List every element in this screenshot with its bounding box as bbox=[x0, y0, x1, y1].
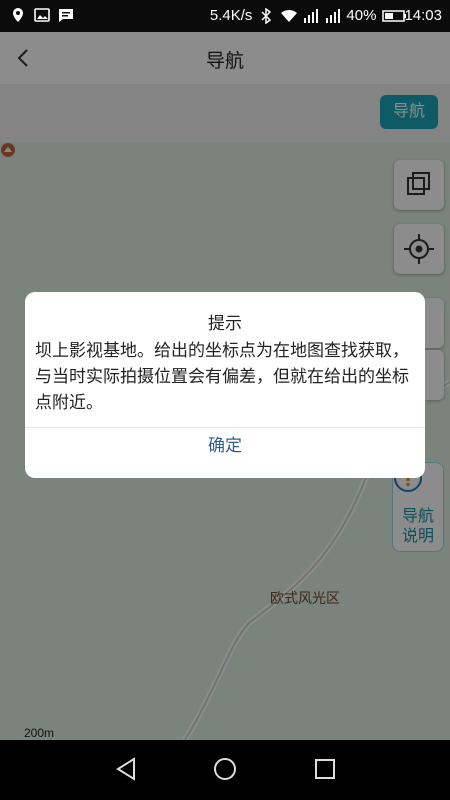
system-navigation-bar bbox=[0, 740, 450, 800]
signal-2g-icon bbox=[324, 8, 341, 24]
bluetooth-icon bbox=[258, 7, 274, 25]
home-nav-icon[interactable] bbox=[212, 756, 238, 782]
confirm-button[interactable]: 确定 bbox=[25, 428, 425, 478]
signal-4g-icon bbox=[302, 8, 319, 24]
status-right-icons: 5.4K/s 40% 14:03 bbox=[210, 6, 442, 26]
location-icon bbox=[10, 7, 26, 23]
recents-nav-icon[interactable] bbox=[312, 756, 338, 782]
message-icon bbox=[58, 7, 74, 23]
wifi-icon bbox=[280, 8, 298, 24]
status-left-icons bbox=[10, 7, 74, 23]
dialog-message: 坝上影视基地。给出的坐标点为在地图查找获取，与当时实际拍摄位置会有偏差，但就在给… bbox=[35, 341, 409, 412]
clock: 14:03 bbox=[404, 7, 442, 24]
dialog-title: 提示 bbox=[208, 314, 242, 333]
status-bar: 5.4K/s 40% 14:03 bbox=[0, 0, 450, 32]
battery-icon bbox=[382, 8, 407, 24]
image-icon bbox=[34, 7, 50, 23]
alert-dialog: 提示 坝上影视基地。给出的坐标点为在地图查找获取，与当时实际拍摄位置会有偏差，但… bbox=[25, 292, 425, 478]
battery-percent: 40% bbox=[346, 7, 377, 24]
back-nav-icon[interactable] bbox=[114, 756, 140, 782]
network-speed: 5.4K/s bbox=[209, 7, 253, 24]
